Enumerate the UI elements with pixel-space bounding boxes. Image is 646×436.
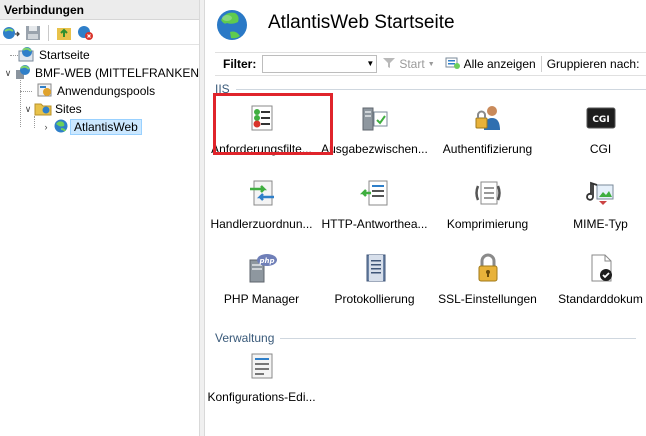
php-manager-icon: php	[246, 252, 278, 284]
tree-item-startseite[interactable]: Startseite	[18, 46, 93, 64]
up-icon[interactable]	[55, 24, 73, 42]
configuration-editor-icon	[246, 350, 278, 382]
tree-item-atlantisweb[interactable]: › AtlantisWeb	[40, 118, 142, 136]
svg-text:php: php	[258, 257, 274, 265]
tree-item-label: Sites	[55, 102, 82, 116]
tree-item-label: BMF-WEB (MITTELFRANKEN\	[35, 66, 203, 80]
chevron-down-icon: ▼	[427, 60, 435, 68]
authentication-icon	[472, 102, 504, 134]
start-label: Start	[399, 57, 425, 71]
show-all-button[interactable]: Alle anzeigen	[440, 56, 541, 73]
feature-compression[interactable]: Komprimierung	[431, 177, 544, 247]
feature-label: MIME-Typ	[573, 217, 628, 231]
feature-label: Ausgabezwischen...	[321, 142, 428, 156]
feature-label: Konfigurations-Edi...	[207, 390, 316, 404]
feature-mime-types[interactable]: MIME-Typ	[544, 177, 646, 247]
show-all-label: Alle anzeigen	[463, 57, 536, 71]
globe-icon	[215, 8, 249, 45]
feature-http-response-headers[interactable]: HTTP-Antworthea...	[318, 177, 431, 247]
feature-handler-mappings[interactable]: Handlerzuordnun...	[205, 177, 318, 247]
tree-connector	[20, 80, 21, 127]
feature-php-manager[interactable]: php PHP Manager	[205, 252, 318, 322]
chevron-down-icon[interactable]: ∨	[22, 103, 34, 115]
logging-icon	[359, 252, 391, 284]
compression-icon	[472, 177, 504, 209]
toolbar-separator	[48, 24, 49, 41]
delete-connection-icon[interactable]	[77, 24, 95, 42]
connections-toolbar	[0, 21, 199, 45]
feature-label: Standarddokum	[558, 292, 643, 306]
feature-default-document[interactable]: Standarddokum	[544, 252, 646, 322]
highlight-box	[213, 93, 333, 155]
default-document-icon	[585, 252, 617, 284]
section-divider	[235, 88, 646, 90]
connections-header: Verbindungen	[0, 0, 199, 20]
show-all-icon	[445, 56, 461, 73]
feature-authentication[interactable]: Authentifizierung	[431, 102, 544, 172]
feature-cgi[interactable]: CGI CGI	[544, 102, 646, 172]
filter-toolbar: Filter: ▼ Start ▼ Alle anzeigen Gruppier…	[215, 52, 646, 76]
ssl-settings-icon	[472, 252, 504, 284]
section-label: Verwaltung	[215, 331, 275, 345]
feature-label: Handlerzuordnun...	[210, 217, 313, 231]
page-title: AtlantisWeb Startseite	[268, 12, 455, 33]
folder-icon	[34, 100, 52, 119]
feature-label: PHP Manager	[223, 292, 300, 306]
tree-item-sites[interactable]: ∨ Sites	[22, 100, 85, 118]
app-pools-icon	[36, 82, 54, 101]
tree-item-label: AtlantisWeb	[70, 119, 142, 135]
svg-text:CGI: CGI	[592, 115, 609, 125]
save-icon[interactable]	[24, 24, 42, 42]
features-pane: AtlantisWeb Startseite Filter: ▼ Start ▼…	[205, 0, 646, 436]
mime-types-icon	[585, 177, 617, 209]
chevron-down-icon[interactable]: ▼	[366, 59, 374, 68]
feature-configuration-editor[interactable]: Konfigurations-Edi...	[205, 350, 318, 420]
filter-label: Filter:	[223, 57, 257, 71]
chevron-right-icon[interactable]: ›	[40, 121, 52, 133]
section-divider	[280, 337, 637, 339]
section-management: Verwaltung	[215, 331, 637, 345]
handler-mappings-icon	[246, 177, 278, 209]
feature-label: CGI	[589, 142, 612, 156]
feature-label: Protokollierung	[334, 292, 415, 306]
feature-label: Authentifizierung	[442, 142, 533, 156]
feature-output-caching[interactable]: Ausgabezwischen...	[318, 102, 431, 172]
server-icon	[14, 64, 32, 83]
tree-item-server[interactable]: ∨ BMF-WEB (MITTELFRANKEN\	[2, 64, 205, 82]
feature-label: SSL-Einstellungen	[438, 292, 537, 306]
cgi-icon: CGI	[585, 102, 617, 134]
connections-pane: Verbindungen Startseite ∨ BMF-WEB (MITTE…	[0, 0, 202, 436]
output-caching-icon	[359, 102, 391, 134]
feature-label: HTTP-Antworthea...	[321, 217, 428, 231]
start-page-icon	[18, 46, 36, 65]
chevron-down-icon[interactable]: ∨	[2, 67, 14, 79]
group-by-label: Gruppieren nach:	[546, 57, 640, 71]
tree-connector	[20, 91, 32, 92]
feature-ssl-settings[interactable]: SSL-Einstellungen	[431, 252, 544, 322]
group-by-button[interactable]: Gruppieren nach:	[542, 57, 645, 71]
globe-icon	[52, 118, 70, 137]
tree-item-label: Anwendungspools	[57, 84, 156, 98]
tree-item-label: Startseite	[39, 48, 90, 62]
connect-icon[interactable]	[2, 24, 20, 42]
start-button[interactable]: Start ▼	[377, 57, 439, 72]
filter-input[interactable]: ▼	[262, 55, 378, 73]
feature-logging[interactable]: Protokollierung	[318, 252, 431, 322]
feature-label: Komprimierung	[446, 217, 529, 231]
funnel-icon	[382, 57, 396, 72]
http-response-headers-icon	[359, 177, 391, 209]
tree-item-anwendungspools[interactable]: Anwendungspools	[36, 82, 158, 100]
